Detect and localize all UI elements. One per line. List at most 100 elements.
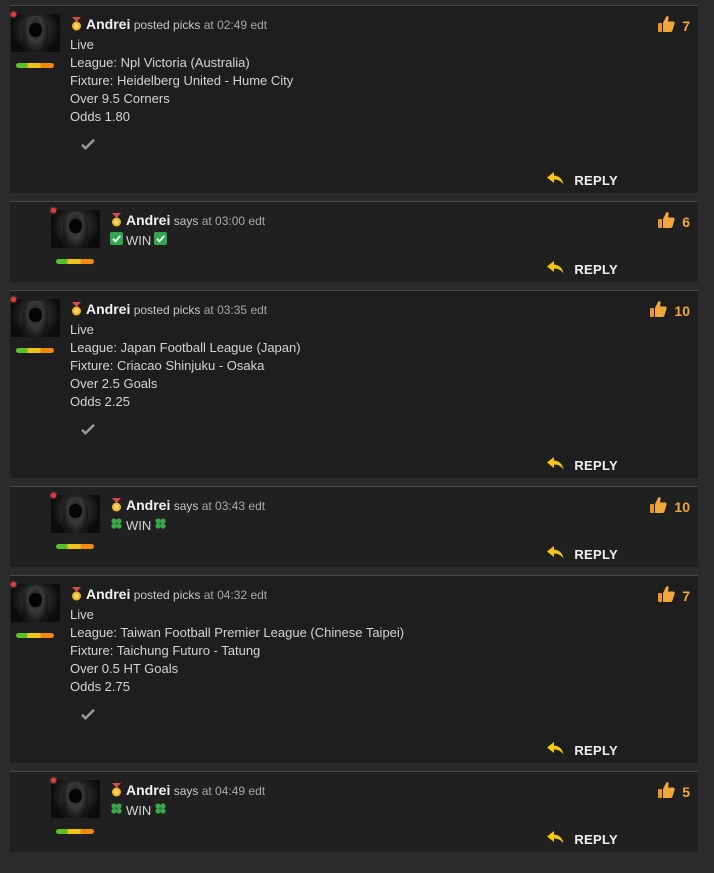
online-status-icon <box>11 12 16 17</box>
like-count: 7 <box>682 587 690 604</box>
like-button[interactable]: 7 <box>656 14 690 37</box>
thumbs-up-icon[interactable] <box>648 299 668 322</box>
pick-line: Odds 2.25 <box>70 394 130 409</box>
post-header: Andrei posted picks at 02:49 edt <box>70 16 267 32</box>
pick-line: League: Npl Victoria (Australia) <box>70 55 250 70</box>
rank-progress-bar <box>16 633 54 638</box>
clover-emoji-icon <box>110 802 123 820</box>
medal-icon <box>70 302 86 317</box>
user-avatar[interactable] <box>51 210 100 248</box>
result-text: WIN <box>110 517 167 535</box>
reply-button[interactable]: REPLY <box>547 172 618 188</box>
thumbs-up-icon[interactable] <box>656 210 676 233</box>
post-time: at 02:49 edt <box>203 18 268 32</box>
medal-icon <box>110 498 126 513</box>
result-label: WIN <box>126 518 152 533</box>
result-label: WIN <box>126 803 152 818</box>
post-header: Andrei posted picks at 03:35 edt <box>70 301 267 317</box>
reply-arrow-icon[interactable] <box>547 742 564 758</box>
pick-line: Live <box>70 322 94 337</box>
reply-button[interactable]: REPLY <box>547 546 618 562</box>
reply-post: Andrei says at 03:00 edt WIN 6 REPLY <box>10 201 698 282</box>
post-action: posted picks <box>133 303 201 317</box>
checkmark-icon <box>80 424 96 436</box>
clover-emoji-icon <box>154 517 167 535</box>
user-avatar[interactable] <box>11 584 60 622</box>
like-count: 10 <box>674 302 690 319</box>
reply-post: Andrei says at 04:49 edt WIN 5 REPLY <box>10 771 698 852</box>
username[interactable]: Andrei <box>86 301 130 317</box>
reply-arrow-icon[interactable] <box>547 457 564 473</box>
reply-arrow-icon[interactable] <box>547 261 564 277</box>
like-button[interactable]: 5 <box>656 780 690 803</box>
result-label: WIN <box>126 233 152 248</box>
thumbs-up-icon[interactable] <box>656 14 676 37</box>
medal-icon <box>70 587 86 602</box>
pick-line: Live <box>70 607 94 622</box>
post-action: posted picks <box>133 588 201 602</box>
post-header: Andrei posted picks at 04:32 edt <box>70 586 267 602</box>
pick-line: Odds 1.80 <box>70 109 130 124</box>
user-avatar[interactable] <box>51 495 100 533</box>
medal-icon <box>110 783 126 798</box>
user-avatar[interactable] <box>11 14 60 52</box>
clover-emoji-icon <box>154 802 167 820</box>
pick-post: Andrei posted picks at 02:49 edt Live Leag… <box>10 5 698 193</box>
username[interactable]: Andrei <box>126 782 170 798</box>
like-count: 5 <box>682 783 690 800</box>
post-header: Andrei says at 03:43 edt <box>110 497 265 513</box>
like-count: 7 <box>682 17 690 34</box>
pick-post: Andrei posted picks at 04:32 edt Live Leag… <box>10 575 698 763</box>
like-button[interactable]: 6 <box>656 210 690 233</box>
pick-line: League: Taiwan Football Premier League (… <box>70 625 405 640</box>
online-status-icon <box>51 208 56 213</box>
pick-line: Over 9.5 Corners <box>70 91 170 106</box>
post-time: at 03:35 edt <box>203 303 268 317</box>
like-button[interactable]: 10 <box>648 299 690 322</box>
reply-arrow-icon[interactable] <box>547 546 564 562</box>
pick-line: League: Japan Football League (Japan) <box>70 340 301 355</box>
reply-arrow-icon[interactable] <box>547 172 564 188</box>
reply-post: Andrei says at 03:43 edt WIN 10 REPLY <box>10 486 698 567</box>
pick-line: Fixture: Taichung Futuro - Tatung <box>70 643 261 658</box>
online-status-icon <box>51 778 56 783</box>
rank-progress-bar <box>16 348 54 353</box>
thumbs-up-icon[interactable] <box>656 780 676 803</box>
reply-label[interactable]: REPLY <box>574 832 618 847</box>
pick-line: Over 2.5 Goals <box>70 376 158 391</box>
reply-arrow-icon[interactable] <box>547 831 564 847</box>
reply-button[interactable]: REPLY <box>547 261 618 277</box>
pick-line: Over 0.5 HT Goals <box>70 661 179 676</box>
username[interactable]: Andrei <box>126 212 170 228</box>
comment-thread: Andrei posted picks at 02:49 edt Live Leag… <box>0 5 714 852</box>
reply-button[interactable]: REPLY <box>547 831 618 847</box>
reply-label[interactable]: REPLY <box>574 262 618 277</box>
post-header: Andrei says at 04:49 edt <box>110 782 265 798</box>
username[interactable]: Andrei <box>86 586 130 602</box>
user-avatar[interactable] <box>11 299 60 337</box>
check-emoji-icon <box>154 232 168 250</box>
thumbs-up-icon[interactable] <box>648 495 668 518</box>
result-text: WIN <box>110 802 167 820</box>
like-button[interactable]: 10 <box>648 495 690 518</box>
reply-label[interactable]: REPLY <box>574 173 618 188</box>
like-count: 10 <box>674 498 690 515</box>
post-time: at 03:43 edt <box>201 499 266 513</box>
thumbs-up-icon[interactable] <box>656 584 676 607</box>
rank-progress-bar <box>56 544 94 549</box>
result-text: WIN <box>110 232 168 250</box>
reply-label[interactable]: REPLY <box>574 458 618 473</box>
like-button[interactable]: 7 <box>656 584 690 607</box>
rank-progress-bar <box>16 63 54 68</box>
post-action: says <box>173 784 199 798</box>
username[interactable]: Andrei <box>126 497 170 513</box>
post-action: says <box>173 499 199 513</box>
reply-button[interactable]: REPLY <box>547 457 618 473</box>
reply-label[interactable]: REPLY <box>574 743 618 758</box>
reply-button[interactable]: REPLY <box>547 742 618 758</box>
post-header: Andrei says at 03:00 edt <box>110 212 265 228</box>
online-status-icon <box>11 582 16 587</box>
username[interactable]: Andrei <box>86 16 130 32</box>
user-avatar[interactable] <box>51 780 100 818</box>
reply-label[interactable]: REPLY <box>574 547 618 562</box>
